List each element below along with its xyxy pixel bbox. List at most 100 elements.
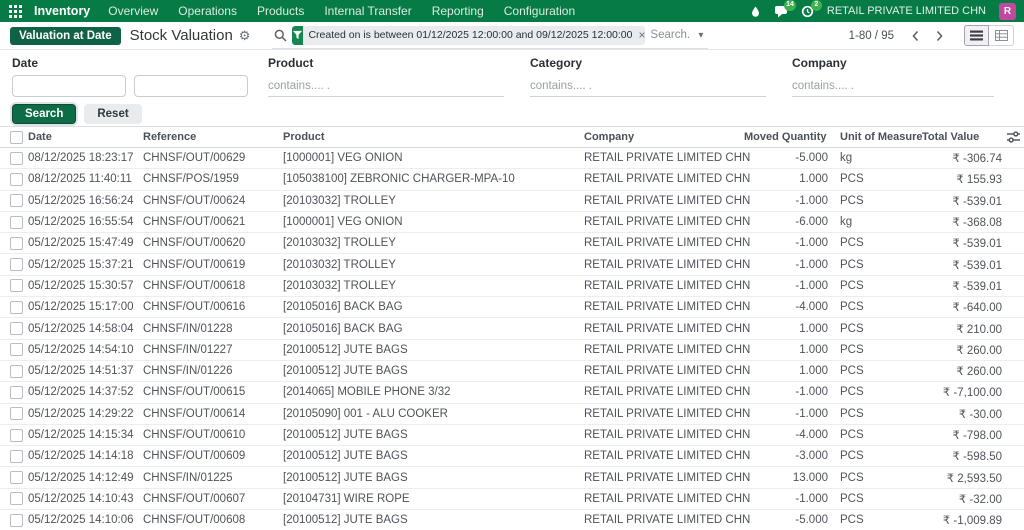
table-row[interactable]: 05/12/2025 14:29:22 CHNSF/OUT/00614 [201…	[0, 403, 1024, 425]
user-avatar[interactable]: R	[999, 2, 1016, 20]
cell-reference: CHNSF/OUT/00629	[143, 147, 283, 170]
cell-company: RETAIL PRIVATE LIMITED CHN	[578, 190, 750, 212]
date-from-input[interactable]	[12, 75, 126, 97]
cell-product: [20105016] BACK BAG	[283, 317, 578, 340]
row-checkbox[interactable]	[10, 279, 23, 293]
header-reference[interactable]: Reference	[143, 126, 283, 148]
table-row[interactable]: 05/12/2025 14:51:37 CHNSF/IN/01226 [2010…	[0, 360, 1024, 383]
table-row[interactable]: 05/12/2025 16:55:54 CHNSF/OUT/00621 [100…	[0, 211, 1024, 234]
cell-moved-quantity: -6.000	[744, 211, 832, 234]
header-date[interactable]: Date	[28, 126, 143, 148]
row-checkbox[interactable]	[10, 471, 23, 485]
table-row[interactable]: 05/12/2025 15:30:57 CHNSF/OUT/00618 [201…	[0, 275, 1024, 298]
cell-total-value: ₹ -368.08	[922, 211, 1024, 234]
filter-product: Product	[268, 56, 524, 97]
cell-company: RETAIL PRIVATE LIMITED CHN	[578, 147, 750, 170]
cell-moved-quantity: -1.000	[744, 488, 832, 511]
header-unit-of-measure[interactable]: Unit of Measure	[832, 126, 923, 148]
filter-search-button[interactable]: Search	[12, 104, 77, 124]
list-view-button[interactable]	[964, 25, 989, 46]
cell-total-value: ₹ -539.01	[922, 232, 1024, 255]
topbar-right: 14 2 RETAIL PRIVATE LIMITED CHN R	[750, 0, 1016, 20]
select-all-checkbox[interactable]	[10, 130, 23, 144]
filter-category-label: Category	[530, 56, 583, 70]
cell-product: [20100512] JUTE BAGS	[283, 509, 578, 530]
app-name-inventory[interactable]: Inventory	[34, 4, 90, 18]
row-checkbox[interactable]	[10, 300, 23, 314]
cell-product: [20100512] JUTE BAGS	[283, 466, 578, 489]
messages-icon[interactable]: 14	[774, 0, 796, 18]
search-input[interactable]	[650, 29, 691, 41]
menu-reporting[interactable]: Reporting	[432, 4, 484, 18]
filter-category: Category	[530, 56, 786, 97]
table-row[interactable]: 05/12/2025 14:12:49 CHNSF/IN/01225 [2010…	[0, 466, 1024, 489]
table-row[interactable]: 05/12/2025 14:37:52 CHNSF/OUT/00615 [201…	[0, 381, 1024, 404]
row-checkbox[interactable]	[10, 236, 23, 250]
active-company[interactable]: RETAIL PRIVATE LIMITED CHN	[827, 5, 986, 17]
row-checkbox[interactable]	[10, 407, 23, 421]
menu-internal-transfer[interactable]: Internal Transfer	[324, 4, 411, 18]
table-row[interactable]: 05/12/2025 14:10:43 CHNSF/OUT/00607 [201…	[0, 488, 1024, 511]
date-to-input[interactable]	[134, 75, 248, 97]
row-checkbox[interactable]	[10, 428, 23, 442]
table-row[interactable]: 05/12/2025 15:47:49 CHNSF/OUT/00620 [201…	[0, 232, 1024, 255]
row-checkbox[interactable]	[10, 513, 23, 527]
cell-reference: CHNSF/OUT/00620	[143, 232, 283, 255]
filter-funnel-icon[interactable]	[292, 25, 304, 45]
table-row[interactable]: 05/12/2025 14:14:18 CHNSF/OUT/00609 [201…	[0, 445, 1024, 468]
optional-columns-icon[interactable]	[1007, 131, 1020, 146]
row-checkbox[interactable]	[10, 492, 23, 506]
search-dropdown-caret-icon[interactable]: ▾	[695, 30, 706, 41]
row-checkbox[interactable]	[10, 258, 23, 272]
row-checkbox[interactable]	[10, 215, 23, 229]
row-checkbox[interactable]	[10, 385, 23, 399]
header-total-value[interactable]: Total Value	[922, 126, 1024, 148]
table-row[interactable]: 08/12/2025 18:23:17 CHNSF/OUT/00629 [100…	[0, 147, 1024, 170]
row-checkbox[interactable]	[10, 449, 23, 463]
cell-product: [20103032] TROLLEY	[283, 232, 578, 255]
search-icon	[274, 29, 287, 42]
menu-products[interactable]: Products	[257, 4, 304, 18]
table-row[interactable]: 08/12/2025 11:40:11 CHNSF/POS/1959 [1050…	[0, 168, 1024, 191]
pager-previous-button[interactable]	[904, 26, 926, 46]
settings-gear-icon[interactable]: ⚙	[239, 29, 251, 42]
facet-close-icon[interactable]: ×	[637, 28, 645, 42]
apps-grid-icon[interactable]	[8, 4, 22, 18]
row-checkbox[interactable]	[10, 364, 23, 378]
table-row[interactable]: 05/12/2025 15:37:21 CHNSF/OUT/00619 [201…	[0, 253, 1024, 276]
row-checkbox[interactable]	[10, 343, 23, 357]
company-contains-input[interactable]	[792, 75, 995, 97]
facet-label: Created on is between 01/12/2025 12:00:0…	[308, 29, 633, 41]
category-contains-input[interactable]	[530, 75, 766, 97]
table-row[interactable]: 05/12/2025 14:54:10 CHNSF/IN/01227 [2010…	[0, 339, 1024, 361]
header-product[interactable]: Product	[283, 126, 578, 148]
menu-configuration[interactable]: Configuration	[504, 4, 575, 18]
filter-company: Company	[792, 56, 1012, 97]
table-row[interactable]: 05/12/2025 14:10:06 CHNSF/OUT/00608 [201…	[0, 509, 1024, 530]
menu-operations[interactable]: Operations	[178, 4, 237, 18]
pager-next-button[interactable]	[928, 26, 950, 46]
table-row[interactable]: 05/12/2025 16:56:24 CHNSF/OUT/00624 [201…	[0, 190, 1024, 212]
valuation-table-body: 08/12/2025 18:23:17 CHNSF/OUT/00629 [100…	[0, 147, 1024, 530]
row-checkbox[interactable]	[10, 151, 23, 165]
header-company[interactable]: Company	[578, 126, 744, 148]
row-checkbox[interactable]	[10, 172, 23, 186]
pivot-view-button[interactable]	[989, 25, 1014, 46]
table-row[interactable]: 05/12/2025 14:58:04 CHNSF/IN/01228 [2010…	[0, 317, 1024, 340]
droplet-icon[interactable]	[750, 5, 761, 18]
cell-total-value: ₹ -306.74	[922, 147, 1024, 170]
cell-date: 05/12/2025 14:54:10	[28, 339, 143, 361]
valuation-at-date-button[interactable]: Valuation at Date	[10, 26, 121, 45]
filter-reset-button[interactable]: Reset	[84, 104, 142, 124]
main-menu: Overview Operations Products Internal Tr…	[108, 4, 575, 18]
menu-overview[interactable]: Overview	[108, 4, 158, 18]
messages-count-badge: 14	[784, 0, 796, 11]
row-checkbox[interactable]	[10, 194, 23, 208]
header-moved-quantity[interactable]: Moved Quantity	[744, 126, 832, 148]
table-row[interactable]: 05/12/2025 14:15:34 CHNSF/OUT/00610 [201…	[0, 424, 1024, 447]
activities-clock-icon[interactable]: 2	[801, 0, 822, 18]
product-contains-input[interactable]	[268, 75, 504, 97]
table-row[interactable]: 05/12/2025 15:17:00 CHNSF/OUT/00616 [201…	[0, 296, 1024, 319]
row-checkbox[interactable]	[10, 322, 23, 336]
cell-product: [1000001] VEG ONION	[283, 147, 578, 170]
